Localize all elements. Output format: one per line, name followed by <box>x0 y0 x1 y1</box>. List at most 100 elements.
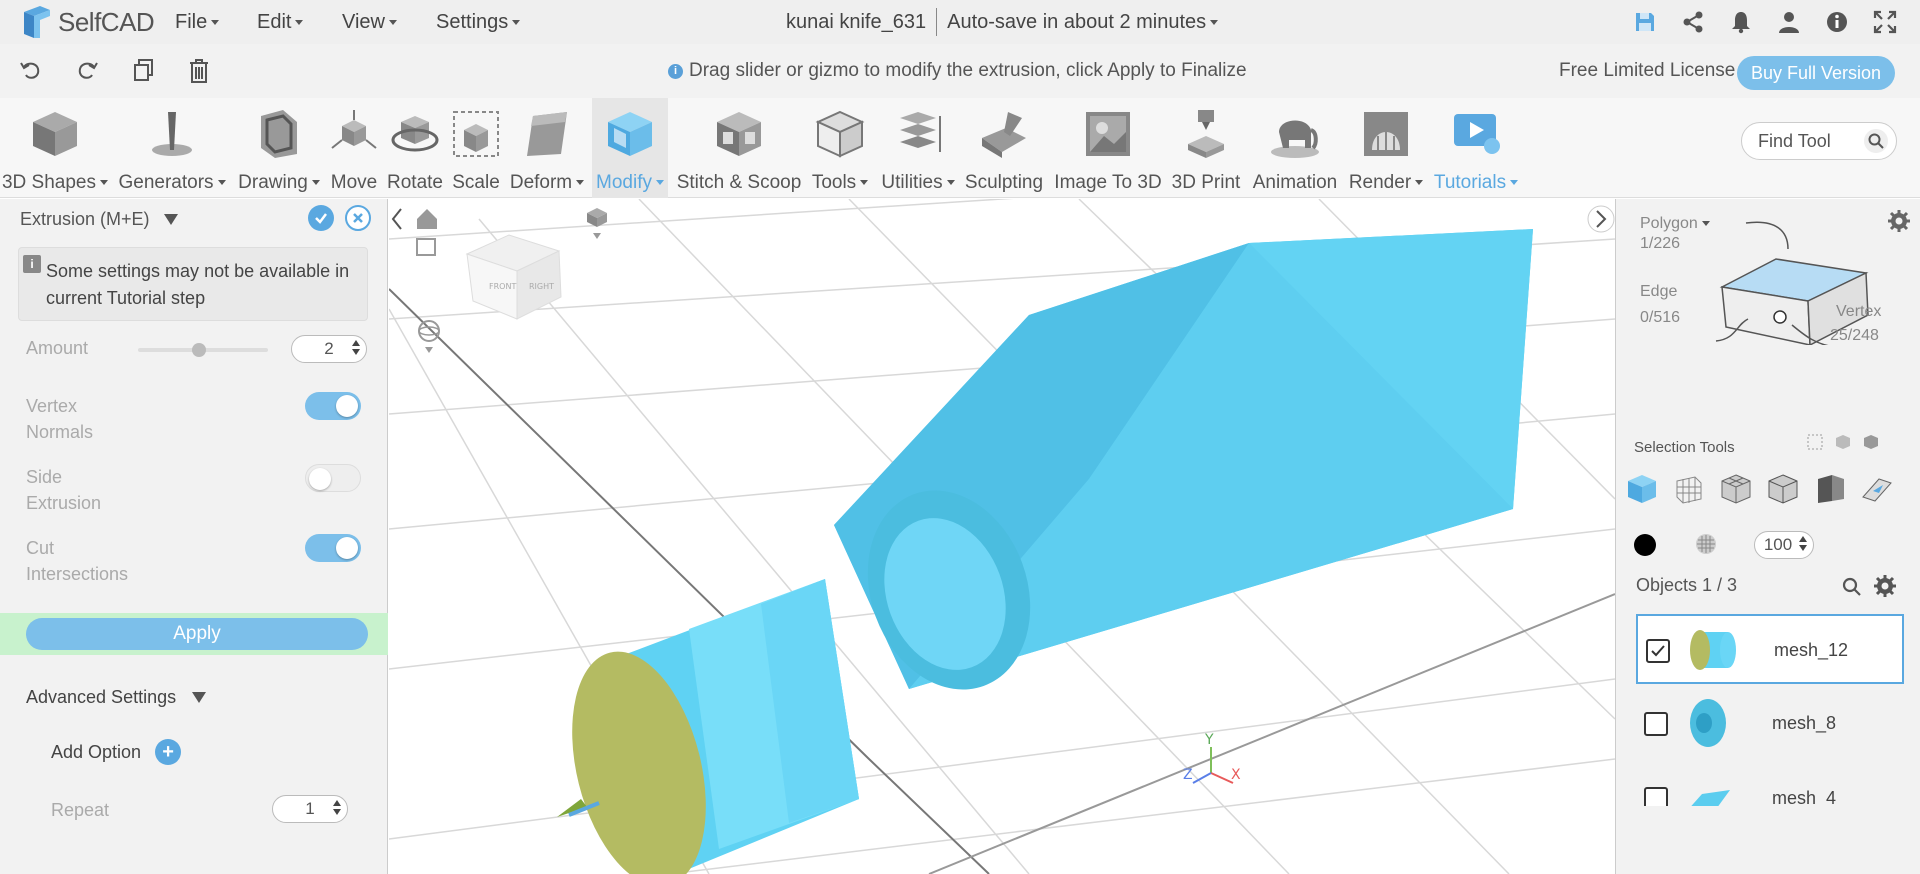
cube-select-icon[interactable] <box>1834 433 1852 456</box>
cut-intersections-toggle[interactable] <box>305 534 361 562</box>
amount-stepper[interactable]: 2 <box>291 335 367 363</box>
tutorials-icon <box>1448 106 1504 162</box>
buy-full-version-button[interactable]: Buy Full Version <box>1737 56 1895 90</box>
tool-label: Modify <box>596 172 652 193</box>
view-mode-icon[interactable] <box>587 208 607 239</box>
add-option-row[interactable]: Add Option + <box>51 739 182 765</box>
history-group <box>18 57 212 90</box>
tool-stitch-scoop[interactable]: Stitch & Scoop <box>674 98 804 198</box>
apply-button[interactable]: Apply <box>26 618 368 650</box>
view-cube[interactable]: FRONT RIGHT <box>465 234 562 320</box>
select-object-icon[interactable] <box>1765 471 1801 507</box>
rect-select-icon[interactable] <box>1806 433 1824 456</box>
chevron-down-icon[interactable] <box>1210 19 1219 25</box>
selection-mode-cube[interactable] <box>1696 215 1906 345</box>
selfcad-logo[interactable]: SelfCAD <box>20 4 155 40</box>
color-swatch[interactable] <box>1634 534 1656 556</box>
3d-viewport[interactable]: FRONT RIGHT Y X Z <box>389 199 1615 874</box>
bell-icon[interactable] <box>1728 9 1754 35</box>
kunai-model[interactable] <box>550 229 1533 874</box>
solid-select-icon[interactable] <box>1862 433 1880 456</box>
select-plane-icon[interactable] <box>1859 471 1895 507</box>
project-name[interactable]: kunai knife_631 <box>786 11 926 34</box>
plus-icon[interactable]: + <box>155 739 182 765</box>
tool-scale[interactable]: Scale <box>448 98 504 198</box>
user-icon[interactable] <box>1776 9 1802 35</box>
panel-header[interactable]: Extrusion (M+E) <box>20 209 178 230</box>
opacity-stepper[interactable]: 100 <box>1754 531 1814 559</box>
select-mesh-icon[interactable] <box>1671 471 1707 507</box>
label-line: Intersections <box>26 564 129 584</box>
advanced-settings-header[interactable]: Advanced Settings <box>26 687 207 708</box>
find-tool-input[interactable]: Find Tool <box>1741 122 1897 160</box>
tool-sculpting[interactable]: Sculpting <box>962 98 1046 198</box>
settings-gear-icon[interactable] <box>1874 575 1896 602</box>
scene-canvas[interactable]: FRONT RIGHT Y X Z <box>389 199 1615 874</box>
stepper-arrows-icon[interactable] <box>352 340 360 355</box>
copy-icon[interactable] <box>130 57 156 90</box>
object-checkbox[interactable] <box>1644 787 1668 806</box>
search-icon[interactable] <box>1864 129 1888 153</box>
tool-label: Sculpting <box>964 172 1044 193</box>
select-face-icon[interactable] <box>1812 471 1848 507</box>
select-grid-cube-icon[interactable] <box>1718 471 1754 507</box>
tool-drawing[interactable]: Drawing <box>234 98 324 198</box>
redo-icon[interactable] <box>74 57 100 90</box>
tool-utilities[interactable]: Utilities <box>876 98 960 198</box>
vertex-normals-toggle[interactable] <box>305 392 361 420</box>
autosave-status[interactable]: Auto-save in about 2 minutes <box>947 11 1206 34</box>
menu-view[interactable]: View <box>342 0 397 44</box>
menu-edit[interactable]: Edit <box>257 0 304 44</box>
tool-tutorials[interactable]: Tutorials <box>1430 98 1522 198</box>
object-checkbox[interactable] <box>1646 639 1670 663</box>
confirm-button[interactable] <box>308 205 334 231</box>
search-icon[interactable] <box>1842 577 1862 602</box>
tool-label: Generators <box>118 172 214 193</box>
tool-render[interactable]: Render <box>1344 98 1428 198</box>
share-icon[interactable] <box>1680 9 1706 35</box>
vertex-label[interactable]: Vertex <box>1836 303 1881 321</box>
tool-3d-shapes[interactable]: 3D Shapes <box>0 98 110 198</box>
collapse-left-icon[interactable] <box>391 208 402 230</box>
tool-rotate[interactable]: Rotate <box>384 98 446 198</box>
collapse-icon[interactable] <box>192 692 207 703</box>
menu-file[interactable]: File <box>175 0 220 44</box>
tool-modify[interactable]: Modify <box>592 98 668 198</box>
license-label: Free Limited License <box>1559 60 1736 81</box>
menu-settings[interactable]: Settings <box>436 0 521 44</box>
object-row[interactable]: mesh_4 <box>1636 764 1904 806</box>
object-name: mesh_12 <box>1774 640 1849 660</box>
camera-fit-icon[interactable] <box>416 238 436 256</box>
tool-tools[interactable]: Tools <box>806 98 874 198</box>
repeat-stepper[interactable]: 1 <box>272 795 348 823</box>
delete-icon[interactable] <box>186 57 212 90</box>
collapse-right-icon[interactable] <box>1587 205 1615 233</box>
svg-text:FRONT: FRONT <box>489 282 516 291</box>
side-extrusion-toggle[interactable] <box>305 464 361 492</box>
tool-3d-print[interactable]: 3D Print <box>1168 98 1244 198</box>
info-icon[interactable] <box>1824 9 1850 35</box>
slider-handle[interactable] <box>192 343 206 357</box>
fullscreen-icon[interactable] <box>1872 9 1898 35</box>
edge-label[interactable]: Edge <box>1640 283 1677 301</box>
object-row[interactable]: mesh_12 <box>1636 614 1904 684</box>
object-row[interactable]: mesh_8 <box>1636 689 1904 759</box>
tool-deform[interactable]: Deform <box>506 98 588 198</box>
texture-icon[interactable] <box>1694 532 1718 561</box>
amount-slider[interactable] <box>138 343 268 357</box>
stepper-arrows-icon[interactable] <box>333 800 341 815</box>
label-line: Side <box>26 467 63 487</box>
undo-icon[interactable] <box>18 57 44 90</box>
tool-animation[interactable]: Animation <box>1248 98 1342 198</box>
object-checkbox[interactable] <box>1644 712 1668 736</box>
tool-image-to-3d[interactable]: Image To 3D <box>1050 98 1166 198</box>
cancel-button[interactable] <box>345 205 371 231</box>
collapse-icon[interactable] <box>163 214 178 225</box>
tool-move[interactable]: Move <box>326 98 382 198</box>
select-polygon-icon[interactable] <box>1624 471 1660 507</box>
stepper-arrows-icon[interactable] <box>1799 536 1807 551</box>
home-icon[interactable] <box>417 209 437 229</box>
save-icon[interactable] <box>1632 9 1658 35</box>
tool-generators[interactable]: Generators <box>116 98 228 198</box>
orbit-icon[interactable] <box>418 320 440 353</box>
